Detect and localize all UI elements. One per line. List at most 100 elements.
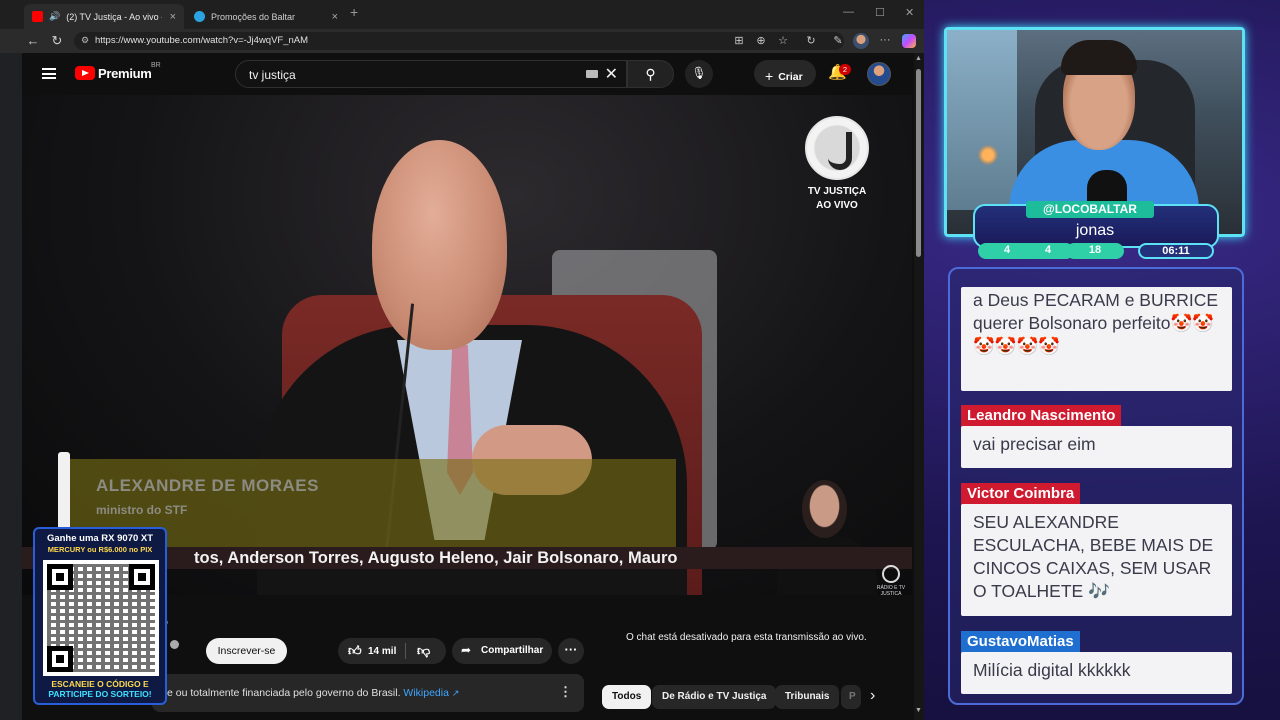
stream-timer: 06:11 xyxy=(1138,243,1214,259)
menu-dots-icon[interactable]: ··· xyxy=(878,34,892,46)
chip-todos[interactable]: Todos xyxy=(602,685,652,709)
promo-cta-line2: PARTICIPE DO SORTEIO! xyxy=(48,689,152,699)
app-install-icon[interactable]: ⊞ xyxy=(732,34,746,47)
back-icon[interactable]: ← xyxy=(24,33,42,48)
extensions-icon[interactable]: ✎ xyxy=(831,34,845,47)
promo-cta-line1: ESCANEIE O CÓDIGO E xyxy=(51,679,149,689)
promo-cta: ESCANEIE O CÓDIGO E PARTICIPE DO SORTEIO… xyxy=(35,679,165,699)
reload-icon[interactable]: ↻ xyxy=(48,33,66,49)
chat-disabled-notice: O chat está desativado para esta transmi… xyxy=(626,632,867,643)
minimize-icon[interactable]: — xyxy=(843,6,854,18)
tab-bar: 🔊 (2) TV Justiça - Ao vivo - YouTube × P… xyxy=(0,0,924,29)
copilot-icon[interactable] xyxy=(902,34,916,48)
promo-line1: Ganhe uma RX 9070 XT xyxy=(46,533,154,544)
chip-partial[interactable]: P xyxy=(841,685,861,709)
like-divider xyxy=(405,643,406,659)
favorite-star-icon[interactable]: ☆ xyxy=(776,34,790,47)
giveaway-promo: Ganhe uma RX 9070 XT MERCURY ou R$6.000 … xyxy=(33,527,167,705)
chat-message: SEU ALEXANDRE ESCULACHA, BEBE MAIS DE CI… xyxy=(961,504,1232,616)
share-icon: ➦ xyxy=(461,643,472,657)
scrollbar-thumb[interactable] xyxy=(916,69,921,257)
ticker-fade xyxy=(739,547,779,569)
scroll-down-icon[interactable]: ▼ xyxy=(915,707,922,714)
telegram-icon xyxy=(194,11,205,22)
tab-title: (2) TV Justiça - Ao vivo - YouTube xyxy=(66,11,162,22)
like-count[interactable]: 14 mil xyxy=(368,646,396,657)
sign-language-interpreter xyxy=(767,480,887,595)
chat-message: a Deus PECARAM e BURRICE querer Bolsonar… xyxy=(961,287,1232,391)
wikipedia-link[interactable]: Wikipedia xyxy=(403,687,449,699)
speaker-head xyxy=(372,140,507,350)
close-tab-icon[interactable]: × xyxy=(332,11,338,23)
youtube-logo-icon[interactable] xyxy=(75,66,95,80)
zoom-icon[interactable]: ⊕ xyxy=(754,34,768,47)
streamer-handle: @LOCOBALTAR xyxy=(1026,201,1154,218)
lower-third-role: ministro do STF xyxy=(96,503,188,517)
youtube-icon xyxy=(32,11,43,22)
news-ticker-text: tos, Anderson Torres, Augusto Heleno, Ja… xyxy=(194,549,678,567)
tv-justica-logo-icon xyxy=(805,116,869,180)
promo-line2: MERCURY ou R$6.000 no PIX xyxy=(47,545,153,554)
youtube-brand[interactable]: Premium xyxy=(98,66,152,81)
dislike-icon[interactable]: 👎︎ xyxy=(417,643,430,659)
streamer-name: jonas xyxy=(1075,222,1115,239)
external-link-icon: ↗ xyxy=(451,688,460,698)
scroll-up-icon[interactable]: ▲ xyxy=(915,55,922,62)
video-player[interactable]: TV JUSTIÇA AO VIVO ALEXANDRE DE MORAES m… xyxy=(22,95,912,595)
share-button[interactable]: ➦ Compartilhar xyxy=(452,638,552,664)
lower-third-name: ALEXANDRE DE MORAES xyxy=(96,476,319,495)
tab-youtube[interactable]: 🔊 (2) TV Justiça - Ao vivo - YouTube × xyxy=(24,4,184,29)
description-panel[interactable]: e ou totalmente financiada pelo governo … xyxy=(152,674,584,712)
more-actions-button[interactable]: ··· xyxy=(558,638,584,664)
address-bar-row: ← ↻ ⚙ https://www.youtube.com/watch?v=-J… xyxy=(0,29,924,53)
logo-text: TV JUSTIÇA xyxy=(807,186,867,197)
voice-search-button[interactable]: 🎙 xyxy=(685,60,713,88)
chat-message: Milícia digital kkkkkk xyxy=(961,652,1232,694)
account-avatar[interactable] xyxy=(867,62,891,86)
keyboard-icon[interactable] xyxy=(586,70,598,78)
subscribe-button[interactable]: Inscrever-se xyxy=(206,638,287,664)
chat-author: Victor Coimbra xyxy=(961,483,1081,505)
search-button[interactable]: ⚲ xyxy=(627,60,674,88)
description-menu-icon[interactable]: ⋮ xyxy=(559,684,572,700)
description-text: e ou totalmente financiada pelo governo … xyxy=(167,687,401,699)
like-icon[interactable]: 👍︎ xyxy=(348,643,362,659)
chat-author: Leandro Nascimento xyxy=(961,405,1122,427)
maximize-icon[interactable]: ☐ xyxy=(875,6,885,19)
notification-badge: 2 xyxy=(839,64,851,75)
logo-subtext: AO VIVO xyxy=(816,200,858,211)
tab-promocoes[interactable]: Promoções do Baltar × xyxy=(186,4,346,29)
site-info-icon[interactable]: ⚙ xyxy=(81,35,89,46)
profile-avatar[interactable] xyxy=(853,33,869,49)
close-tab-icon[interactable]: × xyxy=(170,11,176,23)
search-value: tv justiça xyxy=(249,68,296,82)
tv-justica-label: TV JUSTIÇA AO VIVO xyxy=(792,185,882,213)
chat-author: GustavoMatias xyxy=(961,631,1080,653)
page-scrollbar[interactable]: ▲ ▼ xyxy=(914,53,924,720)
tab-title: Promoções do Baltar xyxy=(211,11,296,22)
url-field[interactable]: ⚙ https://www.youtube.com/watch?v=-Jj4wq… xyxy=(74,32,844,50)
hamburger-menu-icon[interactable] xyxy=(42,68,56,79)
chevron-right-icon[interactable]: › xyxy=(870,687,875,705)
country-code: BR xyxy=(151,62,161,69)
new-tab-button[interactable]: + xyxy=(350,4,358,20)
chip-radio-tv-justica[interactable]: De Rádio e TV Justiça xyxy=(652,685,777,709)
like-dislike-group: 👍︎ 14 mil 👎︎ xyxy=(338,638,446,664)
promo-accent xyxy=(58,452,70,532)
youtube-header: Premium BR tv justiça ✕ ⚲ 🎙 + Criar 🔔 2 xyxy=(22,53,914,95)
speaker-icon: 🔊 xyxy=(49,11,61,21)
chat-message: vai precisar eim xyxy=(961,426,1232,468)
close-window-icon[interactable]: ✕ xyxy=(905,6,914,19)
chip-tribunais[interactable]: Tribunais xyxy=(775,685,840,709)
url-text: https://www.youtube.com/watch?v=-Jj4wqVF… xyxy=(95,35,309,46)
refresh-extension-icon[interactable]: ↻ xyxy=(804,34,818,47)
channel-corner-bug: RÁDIO E TV JUSTIÇA xyxy=(871,565,911,595)
share-label: Compartilhar xyxy=(481,645,544,656)
qr-code xyxy=(43,560,159,676)
search-input[interactable]: tv justiça ✕ xyxy=(235,60,627,88)
stat-3: 18 xyxy=(1066,243,1124,259)
create-label: Criar xyxy=(778,71,803,83)
clear-search-icon[interactable]: ✕ xyxy=(605,64,618,84)
create-button[interactable]: + Criar xyxy=(754,60,816,87)
search-icon: ⚲ xyxy=(645,66,656,82)
